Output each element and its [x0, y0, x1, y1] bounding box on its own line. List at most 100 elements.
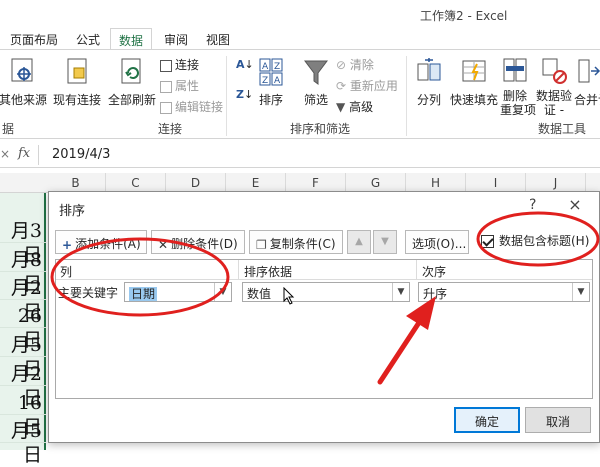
filter-button[interactable]: 筛选	[300, 56, 332, 108]
sort-levels-header: 列 排序依据 次序	[56, 260, 592, 280]
consolidate-label: 合并计	[574, 93, 600, 107]
sort-button[interactable]: A Z Z A 排序	[256, 56, 286, 108]
reapply-button[interactable]: ⟳ 重新应用	[336, 77, 398, 94]
close-icon[interactable]: ×	[563, 195, 587, 214]
ok-button[interactable]: 确定	[454, 407, 520, 433]
date-cell[interactable]: 月2日	[0, 276, 46, 323]
add-level-icon: +	[62, 237, 73, 252]
svg-text:Z: Z	[262, 76, 268, 86]
column-header[interactable]: F	[286, 173, 346, 193]
cancel-button[interactable]: 取消	[525, 407, 591, 433]
date-cell[interactable]: 月8日	[0, 248, 46, 295]
other-sources-button[interactable]: 其他来源	[0, 56, 48, 108]
column-header[interactable]: B	[46, 173, 106, 193]
header-divider	[416, 260, 417, 280]
chevron-down-icon[interactable]: ▼	[214, 283, 231, 301]
date-cell[interactable]: 月5日	[0, 333, 46, 380]
group-connections-label: 连接	[158, 122, 183, 136]
tab-review[interactable]: 审阅	[156, 28, 196, 50]
insert-function-icon[interactable]: fx	[18, 146, 30, 161]
options-button[interactable]: 选项(O)...	[405, 230, 469, 254]
checkbox-checked-icon[interactable]	[481, 235, 494, 248]
chevron-down-icon[interactable]: ▼	[392, 283, 409, 301]
sort-on-select[interactable]: 数值 ▼	[242, 282, 410, 302]
column-header[interactable]: J	[526, 173, 586, 193]
edit-links-label: 编辑链接	[175, 100, 224, 114]
help-icon[interactable]: ?	[529, 197, 536, 213]
remove-duplicates-button[interactable]: 删除 重复项	[500, 56, 536, 117]
column-header[interactable]: G	[346, 173, 406, 193]
refresh-all-button[interactable]: 全部刷新	[108, 56, 156, 108]
remove-duplicates-label-2: 重复项	[500, 103, 537, 117]
text-to-columns-button[interactable]: 分列	[412, 56, 446, 108]
remove-duplicates-label-1: 删除	[502, 89, 527, 103]
group-get-data-label: 据	[2, 122, 15, 136]
date-cell[interactable]: 26日	[0, 304, 46, 351]
column-header[interactable]: I	[466, 173, 526, 193]
data-validation-button[interactable]: 数据验 证 -	[536, 56, 572, 117]
sort-descending-icon[interactable]: Z↓	[236, 88, 253, 101]
data-sources-icon	[11, 58, 33, 82]
tab-formulas[interactable]: 公式	[68, 28, 108, 50]
dialog-title: 排序	[59, 204, 86, 219]
copy-level-icon: ❐	[256, 237, 267, 252]
flash-fill-icon	[462, 60, 486, 82]
column-header[interactable]: C	[106, 173, 166, 193]
tab-data[interactable]: 数据	[110, 28, 153, 50]
formula-separator	[38, 145, 39, 165]
sort-ascending-icon[interactable]: A↓	[236, 58, 254, 71]
chevron-down-icon[interactable]: ▼	[572, 283, 589, 301]
ribbon-separator	[226, 56, 227, 136]
date-cell[interactable]: 月5日	[0, 419, 46, 466]
has-headers-label: 数据包含标题(H)	[499, 234, 590, 248]
sort-level-row[interactable]: 主要关键字 日期 ▼ 数值 ▼ 升序 ▼	[56, 280, 592, 304]
consolidate-button[interactable]: 合并计	[574, 56, 600, 108]
connections-button[interactable]: 连接	[160, 56, 199, 73]
sort-label: 排序	[258, 93, 283, 107]
column-header[interactable]: H	[406, 173, 466, 193]
delete-level-button[interactable]: ✕ 删除条件(D)	[151, 230, 245, 254]
document-icon	[67, 58, 87, 84]
split-columns-icon	[417, 58, 441, 81]
delete-level-label: 删除条件(D)	[171, 237, 238, 251]
move-up-button[interactable]: ▲	[347, 230, 371, 254]
add-level-label: 添加条件(A)	[75, 237, 141, 251]
flash-fill-button[interactable]: 快速填充	[450, 56, 498, 108]
date-cell[interactable]: 月3日	[0, 219, 46, 266]
flash-fill-label: 快速填充	[450, 93, 499, 107]
tab-view[interactable]: 视图	[198, 28, 238, 50]
clear-label: 清除	[349, 58, 374, 72]
formula-input[interactable]: 2019/4/3	[52, 147, 110, 162]
advanced-label: 高级	[349, 100, 374, 114]
data-validation-label-2: 证 -	[543, 103, 565, 117]
date-cell[interactable]: 16日	[0, 391, 46, 438]
sort-dialog: 排序 ? × + 添加条件(A) ✕ 删除条件(D) ❐ 复制条件(C) ▲ ▼ 选项…	[48, 191, 600, 443]
connections-icon	[160, 59, 172, 72]
filter-label: 筛选	[303, 93, 328, 107]
copy-level-button[interactable]: ❐ 复制条件(C)	[249, 230, 343, 254]
properties-label: 属性	[175, 79, 200, 93]
existing-connections-button[interactable]: 现有连接	[52, 56, 102, 108]
svg-text:Z: Z	[274, 62, 280, 72]
ribbon-separator	[406, 56, 407, 136]
cancel-entry-icon[interactable]: ×	[0, 147, 10, 161]
clear-button[interactable]: ⊘ 清除	[336, 56, 374, 73]
sort-column-select[interactable]: 日期 ▼	[124, 282, 232, 302]
move-down-button[interactable]: ▼	[373, 230, 397, 254]
add-level-button[interactable]: + 添加条件(A)	[55, 230, 147, 254]
advanced-filter-button[interactable]: ▼ 高级	[336, 98, 373, 115]
properties-button[interactable]: 属性	[160, 77, 199, 94]
sort-az-icon: A Z Z A	[259, 58, 283, 86]
ribbon-tabs: 页面布局 公式 数据 审阅 视图	[0, 28, 600, 50]
reapply-label: 重新应用	[349, 79, 398, 93]
selected-date-column[interactable]: 月3日 月8日 月2日 26日 月5日 月2日 16日 月5日	[0, 193, 46, 466]
tab-page-layout[interactable]: 页面布局	[2, 28, 66, 50]
edit-links-button[interactable]: 编辑链接	[160, 98, 223, 115]
formula-bar: × fx 2019/4/3	[0, 142, 600, 168]
order-select[interactable]: 升序 ▼	[418, 282, 590, 302]
date-cell[interactable]: 月2日	[0, 362, 46, 409]
title-bar: 工作簿2 - Excel	[0, 0, 600, 28]
column-header[interactable]: D	[166, 173, 226, 193]
column-header[interactable]: E	[226, 173, 286, 193]
has-headers-checkbox[interactable]: 数据包含标题(H)	[481, 232, 589, 249]
